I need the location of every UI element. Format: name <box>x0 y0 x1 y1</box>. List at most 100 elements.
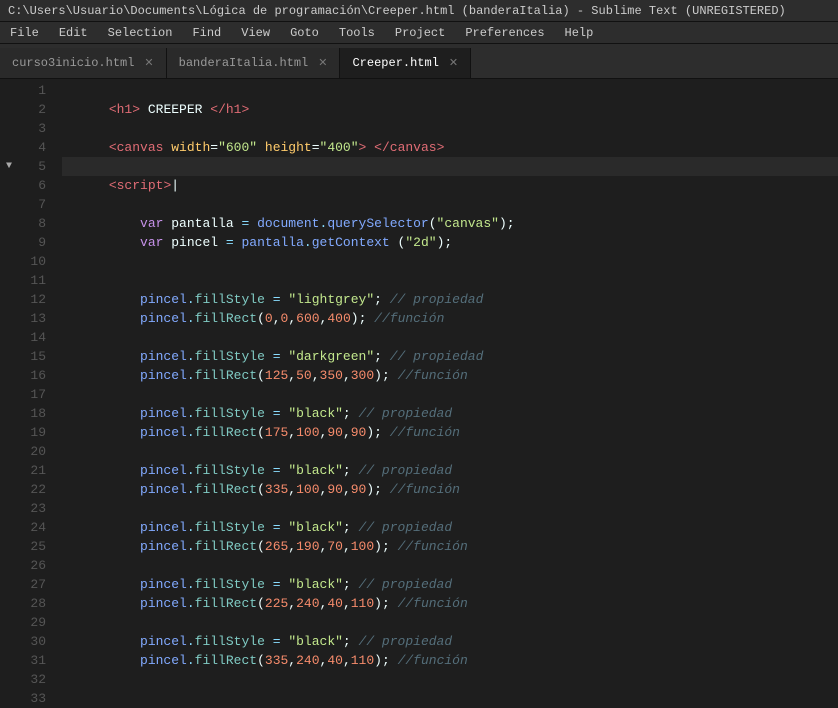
code-line-14: pincel.fillStyle = "darkgreen"; // propi… <box>62 328 838 347</box>
collapse-15 <box>0 347 18 366</box>
line-num-3: 3 <box>18 119 46 138</box>
line-num-6: 6 <box>18 176 46 195</box>
tab-label: banderaItalia.html <box>179 56 309 70</box>
line-num-11: 11 <box>18 271 46 290</box>
tab-bar: curso3inicio.html ✕ banderaItalia.html ✕… <box>0 44 838 79</box>
code-line-32 <box>62 670 838 689</box>
collapse-33 <box>0 689 18 708</box>
tab-creeper[interactable]: Creeper.html ✕ <box>340 48 471 78</box>
line-num-21: 21 <box>18 461 46 480</box>
collapse-26 <box>0 556 18 575</box>
collapse-12 <box>0 290 18 309</box>
code-line-10 <box>62 252 838 271</box>
title-bar: C:\Users\Usuario\Documents\Lógica de pro… <box>0 0 838 22</box>
collapse-21 <box>0 461 18 480</box>
menu-selection[interactable]: Selection <box>98 24 183 42</box>
line-num-23: 23 <box>18 499 46 518</box>
line-num-9: 9 <box>18 233 46 252</box>
menu-tools[interactable]: Tools <box>329 24 385 42</box>
collapse-23 <box>0 499 18 518</box>
line-num-28: 28 <box>18 594 46 613</box>
line-num-29: 29 <box>18 613 46 632</box>
code-line-11: pincel.fillStyle = "lightgrey"; // propi… <box>62 271 838 290</box>
collapse-28 <box>0 594 18 613</box>
collapse-gutter: ▼ <box>0 79 18 691</box>
line-num-18: 18 <box>18 404 46 423</box>
line-num-13: 13 <box>18 309 46 328</box>
menu-goto[interactable]: Goto <box>280 24 329 42</box>
menu-edit[interactable]: Edit <box>49 24 98 42</box>
line-num-10: 10 <box>18 252 46 271</box>
code-line-7: var pantalla = document.querySelector("c… <box>62 195 838 214</box>
line-num-12: 12 <box>18 290 46 309</box>
collapse-6 <box>0 176 18 195</box>
line-num-26: 26 <box>18 556 46 575</box>
collapse-16 <box>0 366 18 385</box>
line-num-2: 2 <box>18 100 46 119</box>
menu-preferences[interactable]: Preferences <box>455 24 554 42</box>
line-num-15: 15 <box>18 347 46 366</box>
menu-view[interactable]: View <box>231 24 280 42</box>
collapse-10 <box>0 252 18 271</box>
collapse-17 <box>0 385 18 404</box>
collapse-32 <box>0 670 18 689</box>
tab-close-icon[interactable]: ✕ <box>449 56 458 70</box>
tab-close-icon[interactable]: ✕ <box>318 56 327 70</box>
collapse-22 <box>0 480 18 499</box>
line-num-5: 5 <box>18 157 46 176</box>
collapse-2 <box>0 100 18 119</box>
collapse-8 <box>0 214 18 233</box>
line-num-22: 22 <box>18 480 46 499</box>
collapse-3 <box>0 119 18 138</box>
line-num-17: 17 <box>18 385 46 404</box>
menu-project[interactable]: Project <box>385 24 455 42</box>
code-line-29: pincel.fillStyle = "black"; // propiedad <box>62 613 838 632</box>
line-num-7: 7 <box>18 195 46 214</box>
menu-file[interactable]: File <box>0 24 49 42</box>
tab-label: curso3inicio.html <box>12 56 134 70</box>
code-area[interactable]: <h1> CREEPER </h1> <canvas width="600" h… <box>54 79 838 691</box>
collapse-20 <box>0 442 18 461</box>
code-line-1: <h1> CREEPER </h1> <box>62 81 838 100</box>
collapse-7 <box>0 195 18 214</box>
collapse-1 <box>0 81 18 100</box>
line-num-32: 32 <box>18 670 46 689</box>
code-line-3: <canvas width="600" height="400"> </canv… <box>62 119 838 138</box>
line-num-1: 1 <box>18 81 46 100</box>
collapse-27 <box>0 575 18 594</box>
collapse-9 <box>0 233 18 252</box>
collapse-30 <box>0 632 18 651</box>
line-numbers: 1 2 3 4 5 6 7 8 9 10 11 12 13 14 15 16 1… <box>18 79 54 691</box>
collapse-5[interactable]: ▼ <box>0 157 18 176</box>
line-num-20: 20 <box>18 442 46 461</box>
collapse-4 <box>0 138 18 157</box>
editor: ▼ 1 2 3 4 5 6 7 8 <box>0 79 838 691</box>
line-num-25: 25 <box>18 537 46 556</box>
code-line-17: pincel.fillStyle = "black"; // propiedad <box>62 385 838 404</box>
line-num-24: 24 <box>18 518 46 537</box>
code-line-5: <script>| <box>62 157 838 176</box>
collapse-24 <box>0 518 18 537</box>
collapse-14 <box>0 328 18 347</box>
collapse-18 <box>0 404 18 423</box>
line-num-27: 27 <box>18 575 46 594</box>
tab-close-icon[interactable]: ✕ <box>144 56 153 70</box>
menu-find[interactable]: Find <box>182 24 231 42</box>
line-num-33: 33 <box>18 689 46 708</box>
code-line-26: pincel.fillStyle = "black"; // propiedad <box>62 556 838 575</box>
line-num-16: 16 <box>18 366 46 385</box>
line-num-30: 30 <box>18 632 46 651</box>
line-num-31: 31 <box>18 651 46 670</box>
line-num-4: 4 <box>18 138 46 157</box>
tab-label: Creeper.html <box>352 56 438 70</box>
code-line-20: pincel.fillStyle = "black"; // propiedad <box>62 442 838 461</box>
tab-curso3inicio[interactable]: curso3inicio.html ✕ <box>0 48 167 78</box>
collapse-31 <box>0 651 18 670</box>
collapse-19 <box>0 423 18 442</box>
menu-help[interactable]: Help <box>555 24 604 42</box>
menu-bar: File Edit Selection Find View Goto Tools… <box>0 22 838 44</box>
tab-banderaitalia[interactable]: banderaItalia.html ✕ <box>167 48 341 78</box>
collapse-25 <box>0 537 18 556</box>
code-line-23: pincel.fillStyle = "black"; // propiedad <box>62 499 838 518</box>
collapse-11 <box>0 271 18 290</box>
